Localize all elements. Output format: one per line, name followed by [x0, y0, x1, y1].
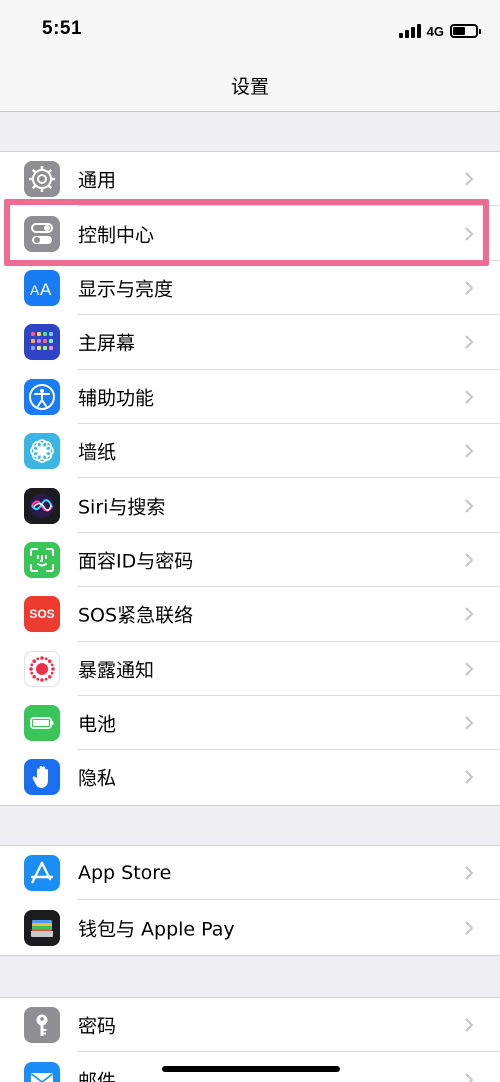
status-bar: 5:51 4G	[0, 0, 500, 60]
settings-row-general[interactable]: 通用	[0, 152, 500, 207]
chevron-right-icon	[465, 281, 474, 295]
chevron-right-icon	[465, 1072, 474, 1082]
chevron-right-icon	[465, 226, 474, 241]
mail-icon	[24, 1061, 60, 1082]
settings-row-wallet-apple-pay[interactable]: 钱包与 Apple Pay	[0, 900, 500, 954]
status-time: 5:51	[42, 18, 83, 39]
chevron-right-icon	[465, 444, 474, 458]
settings-row-display-brightness[interactable]: AA 显示与亮度	[0, 261, 500, 316]
battery-icon	[24, 705, 60, 742]
settings-row-label: App Store	[78, 862, 172, 885]
chevron-right-icon	[465, 1018, 474, 1032]
network-type: 4G	[426, 23, 444, 39]
settings-row-battery[interactable]: 电池	[0, 696, 500, 751]
settings-row-label: Siri与搜索	[78, 496, 166, 519]
app-store-icon	[24, 855, 60, 892]
settings-row-label: 钱包与 Apple Pay	[78, 918, 235, 941]
settings-row-label: 隐私	[78, 767, 117, 790]
settings-row-home-screen[interactable]: 主屏幕	[0, 315, 500, 370]
chevron-right-icon	[465, 172, 474, 186]
settings-row-label: 面容ID与密码	[78, 550, 194, 573]
key-icon	[24, 1007, 60, 1044]
settings-row-siri-search[interactable]: Siri与搜索	[0, 478, 500, 534]
settings-row-privacy[interactable]: 隐私	[0, 750, 500, 804]
settings-row-app-store[interactable]: App Store	[0, 846, 500, 901]
settings-row-face-id-passcode[interactable]: 面容ID与密码	[0, 533, 500, 588]
settings-row-label: 暴露通知	[78, 659, 155, 682]
wallet-icon	[24, 909, 60, 946]
chevron-right-icon	[465, 770, 474, 785]
faceid-icon	[24, 541, 60, 578]
navigation-bar: 设置	[0, 60, 500, 112]
chevron-right-icon	[465, 866, 474, 880]
settings-row-accessibility[interactable]: 辅助功能	[0, 370, 500, 425]
chevron-right-icon	[465, 390, 474, 404]
settings-row-label: 辅助功能	[78, 387, 155, 410]
chevron-right-icon	[465, 716, 474, 730]
sos-icon-text: SOS	[29, 607, 55, 622]
exposure-icon	[24, 650, 60, 687]
signal-icon	[398, 24, 421, 38]
home-indicator[interactable]	[162, 1066, 340, 1072]
gear-icon	[24, 161, 60, 198]
toggles-icon	[24, 215, 60, 252]
status-indicators: 4G	[398, 20, 481, 42]
settings-row-label: 密码	[78, 1015, 117, 1038]
settings-row-label: 通用	[78, 169, 117, 192]
settings-row-label: 显示与亮度	[78, 278, 174, 301]
aa-icon: AA	[24, 269, 60, 306]
settings-group-store: App Store 钱包与 Apple Pay	[0, 845, 500, 956]
accessibility-icon	[24, 378, 60, 415]
settings-row-label: 控制中心	[78, 224, 155, 247]
sos-icon: SOS	[24, 596, 60, 633]
flower-icon	[24, 433, 60, 470]
settings-row-label: 主屏幕	[78, 332, 136, 355]
settings-row-wallpaper[interactable]: 墙纸	[0, 424, 500, 479]
svg-text:A: A	[30, 282, 40, 298]
svg-text:A: A	[40, 280, 52, 299]
battery-status-icon	[450, 24, 481, 38]
siri-icon	[24, 487, 60, 524]
grid-icon	[24, 324, 60, 361]
settings-group-main: 通用 控制中心 AA 显示与亮度 主屏幕 辅助功能 墙纸 Siri与搜索 面容I…	[0, 151, 500, 806]
hand-icon	[24, 759, 60, 796]
settings-row-emergency-sos[interactable]: SOS SOS紧急联络	[0, 587, 500, 642]
chevron-right-icon	[465, 920, 474, 935]
chevron-right-icon	[465, 553, 474, 567]
settings-row-passwords[interactable]: 密码	[0, 998, 500, 1053]
chevron-right-icon	[465, 607, 474, 622]
settings-row-label: 邮件	[78, 1070, 117, 1082]
settings-row-label: SOS紧急联络	[78, 604, 194, 627]
settings-row-label: 墙纸	[78, 441, 117, 464]
chevron-right-icon	[465, 661, 474, 676]
settings-row-exposure-notifications[interactable]: 暴露通知	[0, 642, 500, 697]
chevron-right-icon	[465, 498, 474, 513]
chevron-right-icon	[465, 335, 474, 350]
settings-row-label: 电池	[78, 713, 117, 736]
settings-row-control-center[interactable]: 控制中心	[0, 206, 500, 262]
page-title: 设置	[230, 76, 269, 98]
